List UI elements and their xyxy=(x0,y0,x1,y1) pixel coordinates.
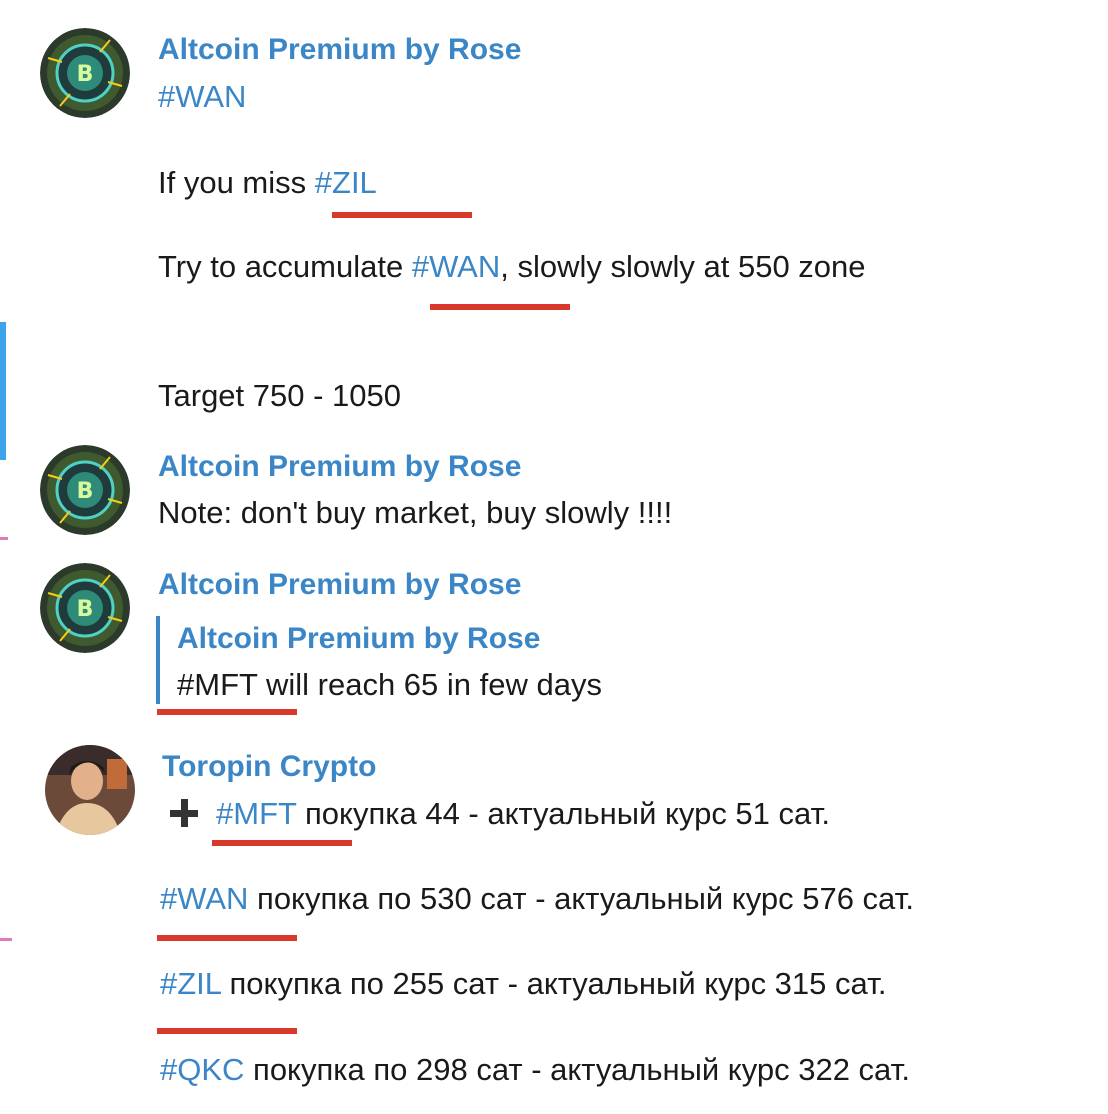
message-row: #ZIL покупка по 255 сат - актуальный кур… xyxy=(160,966,887,1001)
bitcoin-circuit-avatar[interactable]: B xyxy=(40,563,130,653)
sender-name[interactable]: Altcoin Premium by Rose xyxy=(158,450,521,484)
message-row: #QKC покупка по 298 сат - актуальный кур… xyxy=(160,1052,910,1087)
message-row: #WAN покупка по 530 сат - актуальный кур… xyxy=(160,881,914,916)
message-row: #MFT покупка 44 - актуальный курс 51 сат… xyxy=(170,796,830,832)
hashtag-link[interactable]: #MFT xyxy=(216,796,296,831)
hashtag-link[interactable]: #WAN xyxy=(160,881,248,916)
message-text: Note: don't buy market, buy slowly !!!! xyxy=(158,495,673,530)
quote-text: #MFT will reach 65 in few days xyxy=(177,667,602,702)
red-underline-annotation xyxy=(430,304,570,310)
red-underline-annotation xyxy=(212,840,352,846)
quote-sender: Altcoin Premium by Rose xyxy=(177,622,541,655)
red-underline-annotation xyxy=(157,709,297,715)
hashtag-link[interactable]: #ZIL xyxy=(315,165,377,200)
message-text: Try to accumulate #WAN, slowly slowly at… xyxy=(158,249,866,284)
plus-icon xyxy=(170,799,198,827)
sender-name[interactable]: Altcoin Premium by Rose xyxy=(158,33,521,67)
bitcoin-circuit-avatar[interactable]: B xyxy=(40,28,130,118)
svg-text:B: B xyxy=(77,597,94,622)
svg-text:B: B xyxy=(77,62,94,87)
hashtag-link[interactable]: #WAN xyxy=(412,249,500,284)
person-photo-avatar[interactable] xyxy=(45,745,135,835)
red-underline-annotation xyxy=(332,212,472,218)
bitcoin-circuit-avatar[interactable]: B xyxy=(40,445,130,535)
hashtag-link[interactable]: #WAN xyxy=(158,79,246,115)
svg-text:B: B xyxy=(77,479,94,504)
hashtag-link[interactable]: #ZIL xyxy=(160,966,221,1001)
red-underline-annotation xyxy=(157,935,297,941)
left-edge-mark xyxy=(0,938,12,941)
left-edge-mark xyxy=(0,537,8,540)
left-edge-highlight xyxy=(0,322,6,460)
sender-name[interactable]: Altcoin Premium by Rose xyxy=(158,568,521,602)
message-text: Target 750 - 1050 xyxy=(158,378,402,413)
red-underline-annotation xyxy=(157,1028,297,1034)
sender-name[interactable]: Toropin Crypto xyxy=(162,750,376,784)
message-text: If you miss #ZIL xyxy=(158,165,377,200)
quote-bar xyxy=(156,616,160,704)
hashtag-link[interactable]: #QKC xyxy=(160,1052,244,1087)
